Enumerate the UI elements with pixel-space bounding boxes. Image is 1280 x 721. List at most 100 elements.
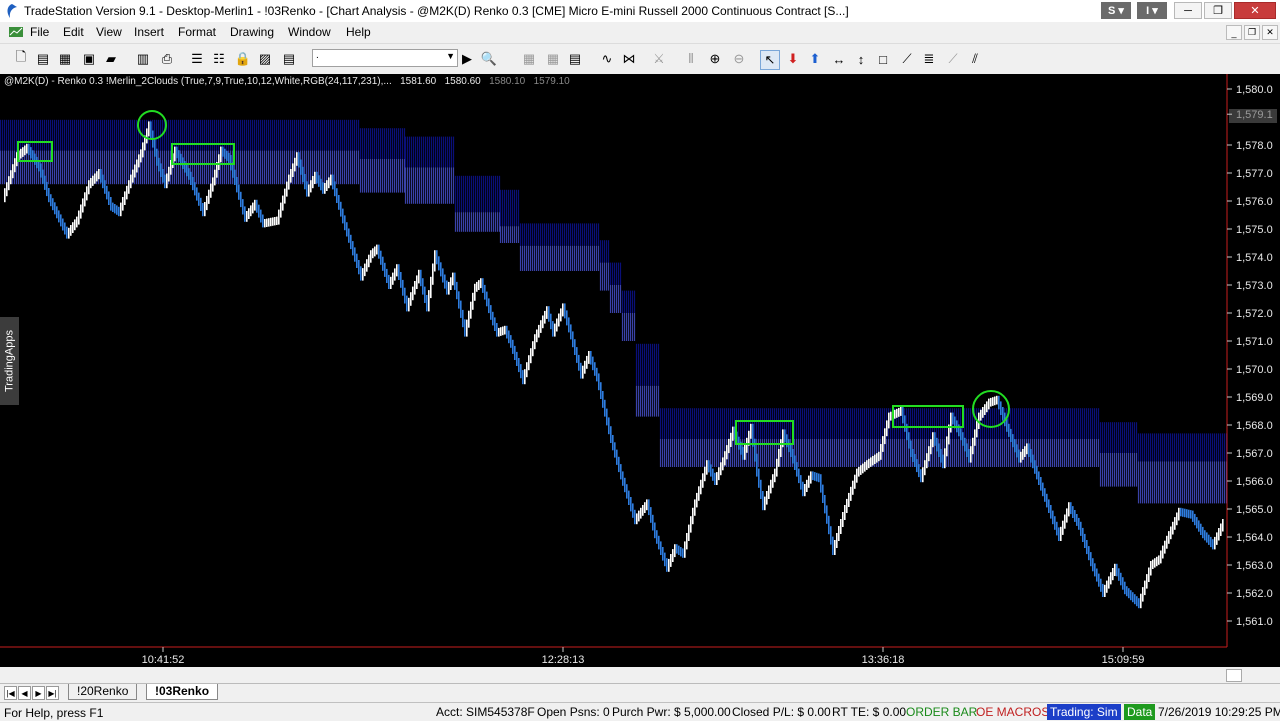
menu-window[interactable]: Window	[288, 25, 331, 39]
tradingapps-tab[interactable]: TradingApps	[0, 317, 19, 405]
up-brick	[994, 396, 996, 406]
down-brick	[1182, 508, 1184, 517]
fib-icon[interactable]: ≣	[920, 50, 938, 68]
indicator-icon[interactable]: ⋈	[620, 50, 638, 68]
new-workspace-icon[interactable]: ▤	[34, 50, 52, 68]
status-oe-macros[interactable]: OE MACROS	[973, 704, 1052, 720]
chart-style-icon[interactable]: ∿	[598, 50, 616, 68]
down-brick	[1138, 598, 1140, 609]
up-brick	[502, 326, 504, 336]
menu-format[interactable]: Format	[178, 25, 216, 39]
menu-file[interactable]: File	[30, 25, 49, 39]
up-brick	[148, 121, 150, 137]
up-brick	[996, 395, 998, 405]
zoom-in-icon[interactable]: ⊕	[706, 50, 724, 68]
up-brick	[884, 428, 886, 445]
i-menu-button[interactable]: I ▾	[1137, 2, 1167, 19]
horizontal-line-icon[interactable]: ↔	[830, 50, 848, 68]
data-window-icon[interactable]: ▤	[566, 50, 584, 68]
up-brick	[1066, 508, 1068, 523]
up-brick	[130, 174, 132, 189]
print-icon[interactable]: ⎙	[158, 50, 176, 68]
alert-icon[interactable]: ▨	[256, 50, 274, 68]
status-trading-mode[interactable]: Trading: Sim	[1047, 704, 1121, 720]
channel-icon[interactable]: ⫽	[966, 50, 984, 68]
tab-03renko[interactable]: !03Renko	[146, 684, 219, 700]
mdi-minimize-button[interactable]: _	[1226, 25, 1242, 40]
down-brick	[436, 250, 438, 265]
down-brick	[200, 197, 202, 211]
status-order-bar[interactable]: ORDER BAR	[903, 704, 980, 720]
down-brick	[1044, 488, 1046, 502]
up-brick	[1172, 521, 1174, 535]
up-brick	[888, 412, 890, 429]
symbol-combo[interactable]: . ▼	[312, 49, 458, 67]
menu-help[interactable]: Help	[346, 25, 371, 39]
insert-analysis-icon[interactable]: ☰	[188, 50, 206, 68]
menu-drawing[interactable]: Drawing	[230, 25, 274, 39]
play-icon[interactable]: ▶	[458, 50, 476, 68]
doc-icon[interactable]: ▤	[280, 50, 298, 68]
eraser-icon[interactable]: ⟋	[944, 50, 962, 68]
menu-insert[interactable]: Insert	[134, 25, 164, 39]
symbol-lookup-icon[interactable]: 🔍	[480, 50, 498, 68]
down-brick	[188, 168, 190, 180]
trendline-icon[interactable]: ⟋	[898, 50, 916, 68]
up-brick	[124, 191, 126, 205]
close-button[interactable]: ✕	[1234, 2, 1276, 19]
sell-arrow-icon[interactable]: ⬇	[784, 50, 802, 68]
new-window-icon[interactable]: ▦	[56, 50, 74, 68]
up-brick	[274, 217, 276, 226]
prev-sheet-icon[interactable]: ◀	[18, 686, 31, 700]
open-folder-icon[interactable]: ▰	[102, 50, 120, 68]
rectangle-icon[interactable]: □	[874, 50, 892, 68]
zoom-out-icon[interactable]: ⊖	[730, 50, 748, 68]
save-icon[interactable]: ▥	[134, 50, 152, 68]
up-brick	[24, 145, 26, 156]
lock-icon[interactable]: 🔒	[234, 50, 252, 68]
renko-chart[interactable]: 1,580.0 1,579.1 1,578.0 1,577.0 1,576.0 1,575…	[0, 74, 1280, 667]
up-brick	[98, 169, 100, 180]
up-brick	[546, 306, 548, 319]
down-brick	[358, 260, 360, 275]
up-brick	[1060, 526, 1062, 541]
last-sheet-icon[interactable]: ▶|	[46, 686, 59, 700]
menu-edit[interactable]: Edit	[63, 25, 84, 39]
down-brick	[62, 218, 64, 231]
scrollbar-thumb[interactable]	[1226, 669, 1242, 682]
up-brick	[1156, 556, 1158, 567]
mdi-restore-button[interactable]: ❐	[1244, 25, 1260, 40]
tab-20renko[interactable]: !20Renko	[68, 684, 138, 700]
status-data[interactable]: Data	[1124, 704, 1156, 720]
pointer-icon[interactable]: ↖	[760, 50, 780, 70]
open-icon[interactable]: ▣	[80, 50, 98, 68]
mdi-close-button[interactable]: ✕	[1262, 25, 1278, 40]
horizontal-scrollbar[interactable]	[0, 667, 1280, 683]
s-menu-button[interactable]: S ▾	[1101, 2, 1131, 19]
down-brick	[444, 274, 446, 289]
bars-icon[interactable]: ⫴	[682, 50, 700, 68]
down-brick	[262, 214, 264, 228]
up-brick	[266, 218, 268, 227]
buy-arrow-icon[interactable]: ⬆	[806, 50, 824, 68]
down-brick	[1202, 526, 1204, 539]
up-brick	[974, 429, 976, 446]
new-icon[interactable]: 🗋	[12, 49, 30, 68]
first-sheet-icon[interactable]: |◀	[4, 686, 17, 700]
down-brick	[822, 484, 824, 503]
sheet-tabs-bar: |◀ ◀ ▶ ▶| !20Renko !03Renko	[0, 683, 1280, 702]
menu-view[interactable]: View	[96, 25, 122, 39]
strategy-icon[interactable]: ⚔	[650, 50, 668, 68]
up-brick	[470, 301, 472, 319]
chart-area[interactable]: 1,580.0 1,579.1 1,578.0 1,577.0 1,576.0 1,575…	[0, 74, 1280, 667]
maximize-button[interactable]: ❐	[1204, 2, 1232, 19]
table-icon[interactable]: ▦	[544, 50, 562, 68]
vertical-line-icon[interactable]: ↕	[852, 50, 870, 68]
up-brick	[644, 502, 646, 513]
minimize-button[interactable]: ─	[1174, 2, 1202, 19]
down-brick	[1188, 509, 1190, 519]
next-sheet-icon[interactable]: ▶	[32, 686, 45, 700]
format-icon[interactable]: ☷	[210, 50, 228, 68]
grid-icon[interactable]: ▦	[520, 50, 538, 68]
up-brick	[206, 195, 208, 211]
